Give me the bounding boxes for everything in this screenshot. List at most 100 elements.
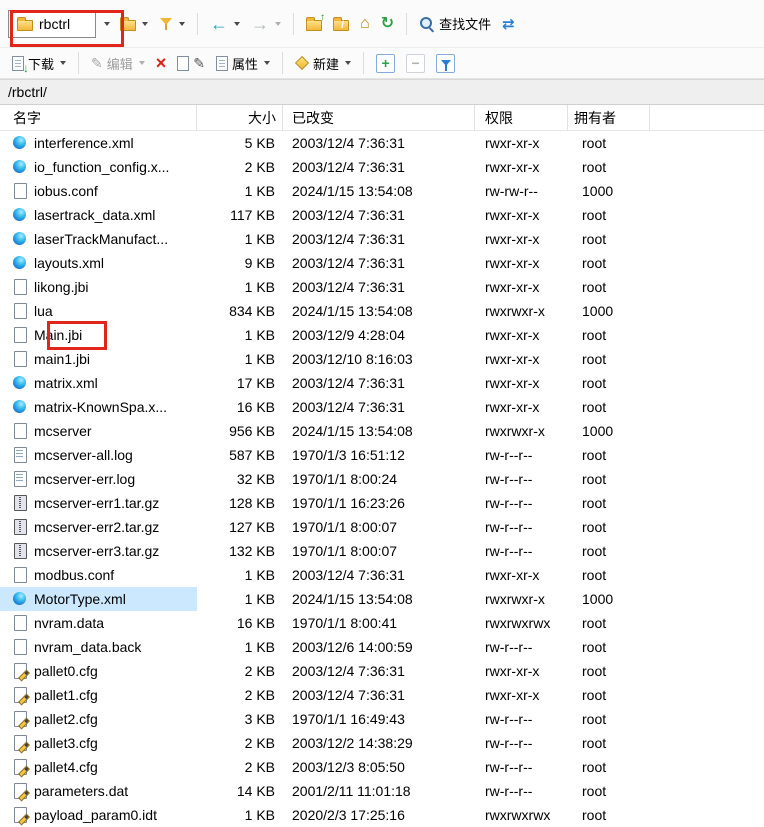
filter-toggle-button[interactable] [432, 51, 459, 76]
file-row[interactable]: matrix-KnownSpa.x...16 KB2003/12/4 7:36:… [0, 395, 764, 419]
file-row[interactable]: pallet0.cfg2 KB2003/12/4 7:36:31rwxr-xr-… [0, 659, 764, 683]
column-header-name[interactable]: 名字 [0, 105, 197, 130]
file-name: layouts.xml [34, 255, 104, 271]
file-row[interactable]: parameters.dat14 KB2001/2/11 11:01:18rw-… [0, 779, 764, 803]
file-name-cell[interactable]: mcserver [0, 419, 197, 443]
file-row[interactable]: mcserver956 KB2024/1/15 13:54:08rwxrwxr-… [0, 419, 764, 443]
file-name-cell[interactable]: pallet1.cfg [0, 683, 197, 707]
file-name-cell[interactable]: main1.jbi [0, 347, 197, 371]
file-name-cell[interactable]: pallet0.cfg [0, 659, 197, 683]
separator [78, 52, 79, 74]
file-row[interactable]: mcserver-err2.tar.gz127 KB1970/1/1 8:00:… [0, 515, 764, 539]
delete-button[interactable]: × [152, 51, 171, 75]
file-name-cell[interactable]: payload_param0.idt [0, 803, 197, 827]
file-name-cell[interactable]: laserTrackManufact... [0, 227, 197, 251]
file-name-cell[interactable]: layouts.xml [0, 251, 197, 275]
file-name-cell[interactable]: interference.xml [0, 131, 197, 155]
forward-button[interactable]: → [247, 12, 285, 36]
file-name-cell[interactable]: mcserver-all.log [0, 443, 197, 467]
back-button[interactable]: ← [206, 12, 244, 36]
remove-button[interactable]: − [402, 51, 429, 76]
file-row[interactable]: payload_param0.idt1 KB2020/2/3 17:25:16r… [0, 803, 764, 827]
column-header-size[interactable]: 大小 [197, 105, 283, 130]
address-combobox[interactable]: rbctrl [8, 10, 96, 38]
file-name-cell[interactable]: lasertrack_data.xml [0, 203, 197, 227]
file-row[interactable]: matrix.xml17 KB2003/12/4 7:36:31rwxr-xr-… [0, 371, 764, 395]
file-name-cell[interactable]: pallet4.cfg [0, 755, 197, 779]
home-directory-button[interactable]: ⌂ [356, 13, 374, 35]
file-row[interactable]: pallet1.cfg2 KB2003/12/4 7:36:31rwxr-xr-… [0, 683, 764, 707]
file-name-cell[interactable]: iobus.conf [0, 179, 197, 203]
file-row[interactable]: pallet2.cfg3 KB1970/1/1 16:49:43rw-r--r-… [0, 707, 764, 731]
separator [293, 13, 294, 35]
column-header-rights[interactable]: 权限 [475, 105, 568, 130]
file-name-cell[interactable]: io_function_config.x... [0, 155, 197, 179]
refresh-button[interactable]: ↻ [377, 13, 398, 35]
file-name-cell[interactable]: mcserver-err2.tar.gz [0, 515, 197, 539]
file-file-icon [12, 423, 28, 439]
file-name-cell[interactable]: mcserver-err1.tar.gz [0, 491, 197, 515]
file-row[interactable]: iobus.conf1 KB2024/1/15 13:54:08rw-rw-r-… [0, 179, 764, 203]
file-name-cell[interactable]: pallet2.cfg [0, 707, 197, 731]
open-directory-button[interactable] [116, 14, 152, 34]
file-row[interactable]: interference.xml5 KB2003/12/4 7:36:31rwx… [0, 131, 764, 155]
file-row[interactable]: lasertrack_data.xml117 KB2003/12/4 7:36:… [0, 203, 764, 227]
file-name-cell[interactable]: matrix.xml [0, 371, 197, 395]
file-name-cell[interactable]: modbus.conf [0, 563, 197, 587]
file-owner: root [568, 491, 650, 515]
edit-button[interactable]: ✎ 编辑 [87, 51, 149, 76]
file-name-cell[interactable]: mcserver-err3.tar.gz [0, 539, 197, 563]
new-button[interactable]: 新建 [291, 51, 355, 76]
file-row[interactable]: layouts.xml9 KB2003/12/4 7:36:31rwxr-xr-… [0, 251, 764, 275]
file-row[interactable]: mcserver-err3.tar.gz132 KB1970/1/1 8:00:… [0, 539, 764, 563]
properties-button[interactable]: 属性 [212, 51, 274, 76]
file-row[interactable]: lua834 KB2024/1/15 13:54:08rwxrwxr-x1000 [0, 299, 764, 323]
file-file-icon [12, 303, 28, 319]
separator [197, 13, 198, 35]
root-directory-button[interactable]: / [329, 14, 353, 34]
file-row[interactable]: Main.jbi1 KB2003/12/9 4:28:04rwxr-xr-xro… [0, 323, 764, 347]
file-name: likong.jbi [34, 279, 88, 295]
synchronize-button[interactable]: ⇄ [498, 12, 519, 36]
file-row[interactable]: mcserver-all.log587 KB1970/1/3 16:51:12r… [0, 443, 764, 467]
file-name-cell[interactable]: nvram_data.back [0, 635, 197, 659]
file-name-cell[interactable]: pallet3.cfg [0, 731, 197, 755]
file-row[interactable]: likong.jbi1 KB2003/12/4 7:36:31rwxr-xr-x… [0, 275, 764, 299]
file-name-cell[interactable]: likong.jbi [0, 275, 197, 299]
address-dropdown[interactable] [99, 10, 113, 38]
file-name-cell[interactable]: lua [0, 299, 197, 323]
file-name-cell[interactable]: MotorType.xml [0, 587, 197, 611]
plus-icon: + [376, 54, 395, 73]
file-name-cell[interactable]: mcserver-err.log [0, 467, 197, 491]
file-name-cell[interactable]: matrix-KnownSpa.x... [0, 395, 197, 419]
parent-directory-button[interactable]: ↑ [302, 14, 326, 34]
file-row[interactable]: laserTrackManufact...1 KB2003/12/4 7:36:… [0, 227, 764, 251]
file-name-cell[interactable]: Main.jbi [0, 323, 197, 347]
file-row[interactable]: io_function_config.x...2 KB2003/12/4 7:3… [0, 155, 764, 179]
file-owner: 1000 [568, 179, 650, 203]
download-button[interactable]: ↓ 下载 [8, 51, 70, 76]
cfg-file-icon [12, 687, 28, 703]
file-row[interactable]: main1.jbi1 KB2003/12/10 8:16:03rwxr-xr-x… [0, 347, 764, 371]
file-name-cell[interactable]: nvram.data [0, 611, 197, 635]
file-row[interactable]: pallet3.cfg2 KB2003/12/2 14:38:29rw-r--r… [0, 731, 764, 755]
file-row[interactable]: nvram.data16 KB1970/1/1 8:00:41rwxrwxrwx… [0, 611, 764, 635]
column-header-changed[interactable]: 已改变 [283, 105, 475, 130]
row-filler [650, 323, 764, 347]
file-row[interactable]: nvram_data.back1 KB2003/12/6 14:00:59rw-… [0, 635, 764, 659]
file-name-cell[interactable]: parameters.dat [0, 779, 197, 803]
directory-filter-button[interactable] [155, 13, 189, 34]
refresh-icon: ↻ [381, 16, 394, 32]
file-row[interactable]: MotorType.xml1 KB2024/1/15 13:54:08rwxrw… [0, 587, 764, 611]
file-size: 1 KB [197, 347, 283, 371]
find-files-button[interactable]: 查找文件 [415, 11, 495, 36]
file-row[interactable]: mcserver-err1.tar.gz128 KB1970/1/1 16:23… [0, 491, 764, 515]
path-bar[interactable]: /rbctrl/ [0, 79, 764, 105]
file-row[interactable]: pallet4.cfg2 KB2003/12/3 8:05:50rw-r--r-… [0, 755, 764, 779]
filter-icon [159, 16, 173, 31]
file-row[interactable]: mcserver-err.log32 KB1970/1/1 8:00:24rw-… [0, 467, 764, 491]
add-button[interactable]: + [372, 51, 399, 76]
rename-button[interactable]: ✎ [173, 53, 209, 74]
column-header-owner[interactable]: 拥有者 [568, 105, 650, 130]
file-row[interactable]: modbus.conf1 KB2003/12/4 7:36:31rwxr-xr-… [0, 563, 764, 587]
